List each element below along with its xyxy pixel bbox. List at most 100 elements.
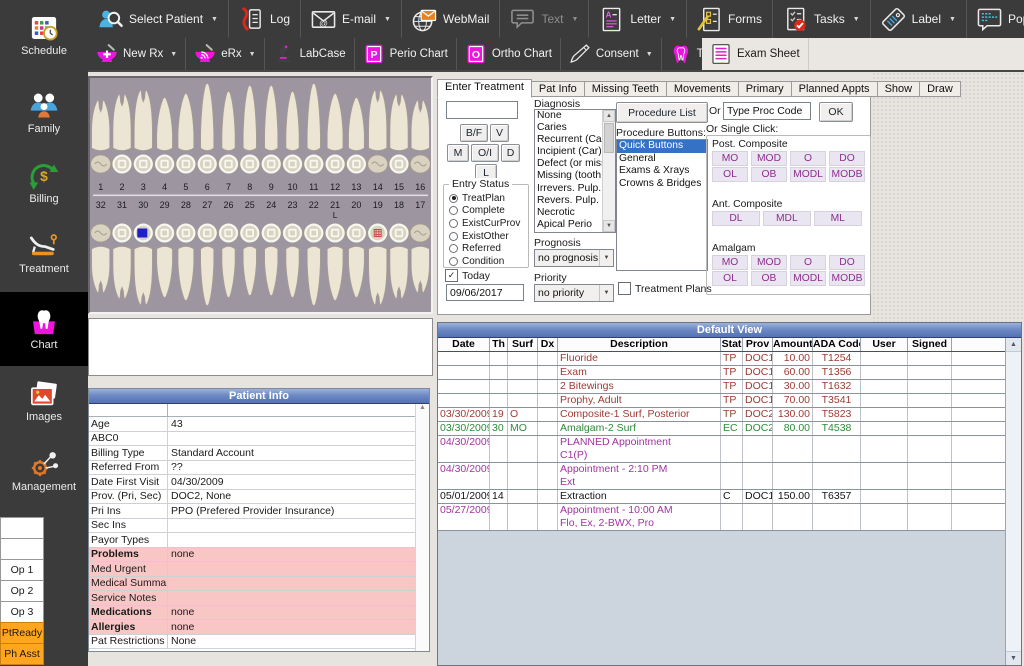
radio-existcurprov[interactable]: ExistCurProv — [449, 217, 528, 230]
toolbar-button-exam-sheet[interactable]: Exam Sheet — [702, 38, 809, 70]
diagnosis-option-none[interactable]: None — [535, 110, 603, 122]
priority-select[interactable]: no priority ▼ — [534, 284, 614, 302]
radio-treatplan[interactable]: TreatPlan — [449, 192, 528, 205]
today-checkbox[interactable]: ✓ Today — [445, 269, 490, 282]
operatory-cell-op-3[interactable]: Op 3 — [0, 601, 44, 623]
column-header-ada-code[interactable]: ADA Code — [813, 338, 861, 351]
table-row[interactable]: 05/27/2009Appointment - 10:00 AM Flo, Ex… — [438, 504, 1006, 531]
tab-show[interactable]: Show — [877, 81, 921, 97]
column-header-dx[interactable]: Dx — [538, 338, 558, 351]
tab-pat-info[interactable]: Pat Info — [531, 81, 585, 97]
surface-button-m[interactable]: M — [447, 144, 469, 162]
tooth-chart-panel[interactable]: 1234567891011121314151632313029282726252… — [88, 76, 433, 314]
tab-enter-treatment[interactable]: Enter Treatment — [437, 79, 532, 98]
quick-proc-button-post-composite-modb[interactable]: MODB — [829, 167, 865, 182]
operatory-cell-op-1[interactable]: Op 1 — [0, 559, 44, 581]
column-header-th[interactable]: Th — [490, 338, 508, 351]
diagnosis-option-revers-pulp[interactable]: Revers. Pulp. — [535, 195, 603, 207]
operatory-cell-ptready[interactable]: PtReady — [0, 622, 44, 644]
toolbar-button-tasks[interactable]: Tasks▼ — [773, 0, 871, 38]
table-row[interactable]: ExamTPDOC160.00T1356 — [438, 366, 1006, 380]
toolbar-button-select-patient[interactable]: Select Patient▼ — [88, 0, 229, 38]
scroll-thumb[interactable] — [604, 123, 614, 153]
radio-referred[interactable]: Referred — [449, 242, 528, 255]
column-header-stat[interactable]: Stat — [721, 338, 743, 351]
grid-scrollbar[interactable]: ▲ ▼ — [1005, 338, 1021, 665]
sidebar-item-images[interactable]: Images — [0, 366, 88, 436]
table-row[interactable]: 05/01/200914ExtractionCDOC1150.00T6357 — [438, 490, 1006, 504]
surface-button-o-i[interactable]: O/I — [471, 144, 499, 162]
quick-proc-button-amalgam-ob[interactable]: OB — [751, 271, 787, 286]
operatory-cell-empty[interactable] — [0, 517, 44, 539]
quick-proc-button-post-composite-do[interactable]: DO — [829, 151, 865, 166]
sidebar-item-family[interactable]: Family — [0, 78, 88, 148]
toolbar-button-perio-chart[interactable]: PPerio Chart — [355, 38, 457, 70]
column-header-date[interactable]: Date — [438, 338, 490, 351]
sidebar-item-treatment[interactable]: Treatment — [0, 218, 88, 288]
toolbar-button-forms[interactable]: Forms — [687, 0, 773, 38]
quick-proc-button-post-composite-mod[interactable]: MOD — [751, 151, 787, 166]
diagnosis-option-apical-perio[interactable]: Apical Perio — [535, 219, 603, 231]
quick-proc-button-amalgam-modl[interactable]: MODL — [790, 271, 826, 286]
diagnosis-option-missing-tooth-s[interactable]: Missing (tooth s — [535, 170, 603, 182]
quick-proc-button-post-composite-ob[interactable]: OB — [751, 167, 787, 182]
column-header-filler[interactable] — [952, 338, 1006, 351]
quick-proc-button-ant-composite-dl[interactable]: DL — [712, 211, 760, 226]
quick-proc-button-amalgam-ol[interactable]: OL — [712, 271, 748, 286]
procedure-date-input[interactable] — [446, 284, 524, 301]
column-header-user[interactable]: User — [861, 338, 908, 351]
sidebar-item-management[interactable]: Management — [0, 436, 88, 506]
diagnosis-option-defect-or-miss[interactable]: Defect (or miss — [535, 158, 603, 170]
tab-draw[interactable]: Draw — [919, 81, 961, 97]
quick-proc-button-post-composite-modl[interactable]: MODL — [790, 167, 826, 182]
diagnosis-option-caries[interactable]: Caries — [535, 122, 603, 134]
quick-proc-button-ant-composite-ml[interactable]: ML — [814, 211, 862, 226]
scroll-up-icon[interactable]: ▲ — [603, 110, 615, 122]
scroll-down-icon[interactable]: ▼ — [1006, 651, 1021, 665]
column-header-amount[interactable]: Amount — [773, 338, 813, 351]
toolbar-button-new-rx[interactable]: New Rx▼ — [88, 38, 186, 70]
quick-proc-button-post-composite-o[interactable]: O — [790, 151, 826, 166]
proc-code-input[interactable] — [723, 102, 811, 120]
quick-proc-button-ant-composite-mdl[interactable]: MDL — [763, 211, 811, 226]
quick-proc-button-amalgam-modb[interactable]: MODB — [829, 271, 865, 286]
operatory-cell-op-2[interactable]: Op 2 — [0, 580, 44, 602]
table-row[interactable]: FluorideTPDOC110.00T1254 — [438, 352, 1006, 366]
column-header-signed[interactable]: Signed — [908, 338, 952, 351]
procedure-buttons-listbox[interactable]: Quick ButtonsGeneralExams & XraysCrowns … — [616, 139, 708, 271]
tab-movements[interactable]: Movements — [666, 81, 739, 97]
table-row[interactable]: 04/30/2009PLANNED Appointment C1(P) — [438, 436, 1006, 463]
radio-complete[interactable]: Complete — [449, 205, 528, 218]
quick-proc-button-post-composite-mo[interactable]: MO — [712, 151, 748, 166]
procedure-category-crowns-bridges[interactable]: Crowns & Bridges — [617, 178, 707, 191]
sidebar-item-billing[interactable]: $Billing — [0, 148, 88, 218]
table-row[interactable]: 03/30/200930MOAmalgam-2 SurfECDOC280.00T… — [438, 422, 1006, 436]
sidebar-item-schedule[interactable]: Schedule — [0, 0, 88, 70]
tab-primary[interactable]: Primary — [738, 81, 792, 97]
toolbar-button-consent[interactable]: Consent▼ — [561, 38, 662, 70]
toolbar-button-e-mail[interactable]: @E-mail▼ — [301, 0, 402, 38]
prognosis-select[interactable]: no prognosis ▼ — [534, 249, 614, 267]
diagnosis-option-necrotic[interactable]: Necrotic — [535, 207, 603, 219]
column-header-description[interactable]: Description — [558, 338, 721, 351]
table-row[interactable]: 04/30/2009Appointment - 2:10 PM Ext — [438, 463, 1006, 490]
diagnosis-option-recurrent-car[interactable]: Recurrent (Car) — [535, 134, 603, 146]
quick-proc-button-amalgam-mo[interactable]: MO — [712, 255, 748, 270]
operatory-cell-empty[interactable] — [0, 538, 44, 560]
quick-proc-button-amalgam-do[interactable]: DO — [829, 255, 865, 270]
treatment-plans-checkbox[interactable]: Treatment Plans — [618, 282, 712, 295]
scroll-up-icon[interactable]: ▲ — [1006, 338, 1021, 352]
toolbar-button-letter[interactable]: ALetter▼ — [589, 0, 687, 38]
quick-proc-button-amalgam-o[interactable]: O — [790, 255, 826, 270]
procedure-list-button[interactable]: Procedure List — [616, 102, 708, 123]
toolbar-button-erx[interactable]: eRx▼ — [186, 38, 264, 70]
quick-proc-button-post-composite-ol[interactable]: OL — [712, 167, 748, 182]
table-row[interactable]: Prophy, AdultTPDOC170.00T3541 — [438, 394, 1006, 408]
tab-planned-appts[interactable]: Planned Appts — [791, 81, 878, 97]
toolbar-button-label[interactable]: Label▼ — [871, 0, 967, 38]
toolbar-button-text[interactable]: Text▼ — [500, 0, 589, 38]
toolbar-button-labcase[interactable]: LabCase — [265, 38, 355, 70]
surface-button-b-f[interactable]: B/F — [460, 124, 488, 142]
sidebar-item-chart[interactable]: Chart — [0, 292, 88, 366]
radio-existother[interactable]: ExistOther — [449, 230, 528, 243]
